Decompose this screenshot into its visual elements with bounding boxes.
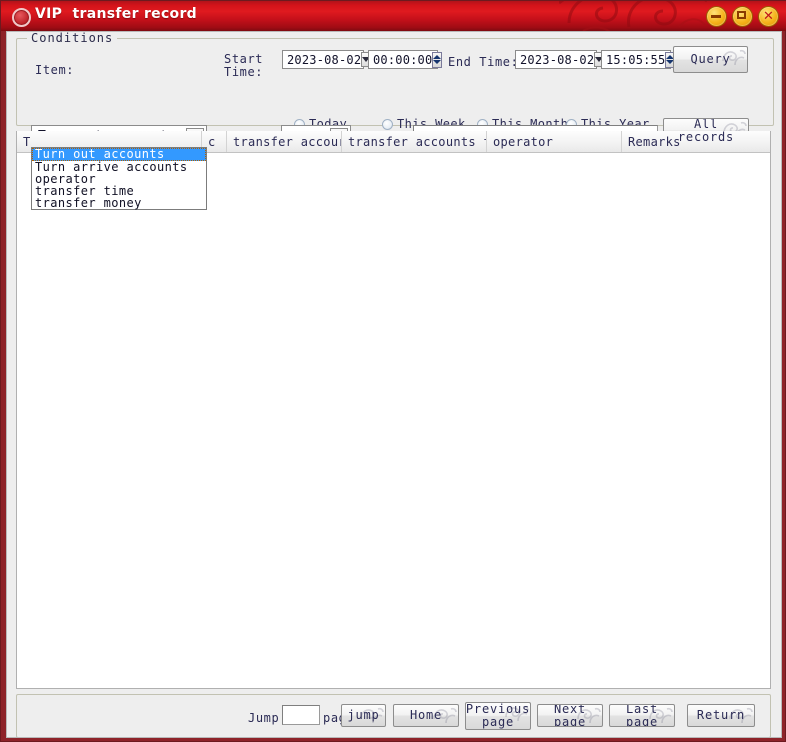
close-icon: ✕ bbox=[763, 9, 774, 24]
last-page-button-label: Last page bbox=[625, 704, 659, 727]
start-time-spinner[interactable] bbox=[432, 51, 443, 68]
spinner-up-icon bbox=[433, 55, 442, 59]
jump-page-input[interactable] bbox=[282, 705, 320, 725]
all-records-button[interactable]: All records bbox=[663, 118, 749, 143]
next-page-button[interactable]: Next page bbox=[537, 704, 603, 727]
item-label: Item: bbox=[35, 63, 75, 77]
end-date-field[interactable]: 2023-08-02 bbox=[515, 50, 605, 69]
spinner-down-icon bbox=[433, 60, 442, 64]
radio-this-week-icon bbox=[382, 118, 393, 130]
close-button[interactable]: ✕ bbox=[758, 6, 779, 27]
pagination-panel: Jump page jump Home Previous page Next p… bbox=[16, 694, 771, 737]
jump-button-label: jump bbox=[347, 708, 380, 722]
title-decorative-swirl bbox=[559, 1, 707, 31]
end-time-label: End Time: bbox=[448, 55, 519, 69]
minimize-icon bbox=[711, 15, 721, 18]
start-time-value: 00:00:00 bbox=[373, 52, 433, 67]
home-button-label: Home bbox=[409, 708, 443, 722]
table-header-cell[interactable]: transfer accour bbox=[227, 131, 342, 152]
jump-label: Jump bbox=[248, 711, 280, 725]
window-title: VIP transfer record bbox=[35, 6, 198, 22]
return-button-label: Return bbox=[696, 708, 746, 722]
minimize-button[interactable] bbox=[706, 6, 727, 27]
table-body bbox=[17, 153, 770, 688]
start-date-field[interactable]: 2023-08-02 bbox=[282, 50, 372, 69]
conditions-groupbox-label: Conditions bbox=[27, 32, 118, 45]
previous-page-button[interactable]: Previous page bbox=[465, 702, 531, 730]
maximize-button[interactable] bbox=[732, 6, 753, 27]
records-table: T c transfer accour transfer accounts ti… bbox=[16, 131, 771, 689]
end-time-value: 15:05:55 bbox=[606, 52, 666, 67]
item-dropdown-list[interactable]: Turn out accounts Turn arrive accounts o… bbox=[31, 147, 207, 210]
table-header-cell[interactable]: operator bbox=[487, 131, 622, 152]
last-page-button[interactable]: Last page bbox=[609, 704, 675, 727]
query-button-label: Query bbox=[690, 52, 731, 66]
return-button[interactable]: Return bbox=[687, 704, 755, 727]
conditions-groupbox: Conditions Item: Start Time: 2023-08-02 … bbox=[16, 32, 774, 131]
end-time-field[interactable]: 15:05:55 bbox=[601, 50, 676, 69]
dropdown-option-transfer-money[interactable]: transfer money bbox=[32, 197, 206, 209]
home-button[interactable]: Home bbox=[393, 704, 459, 727]
all-records-button-label: All records bbox=[677, 118, 735, 143]
end-date-value: 2023-08-02 bbox=[520, 52, 595, 67]
start-time-label-line1: Start bbox=[224, 52, 264, 66]
query-button[interactable]: Query bbox=[673, 46, 748, 73]
vip-ring-icon bbox=[12, 8, 31, 27]
start-date-value: 2023-08-02 bbox=[287, 52, 362, 67]
table-header-cell[interactable]: transfer accounts ti bbox=[342, 131, 487, 152]
window-controls: ✕ bbox=[706, 6, 779, 27]
maximize-icon bbox=[737, 11, 746, 19]
jump-button[interactable]: jump bbox=[341, 704, 386, 727]
next-page-button-label: Next page bbox=[553, 704, 587, 727]
previous-page-button-label: Previous page bbox=[465, 702, 531, 729]
application-window: VIP transfer record ✕ Conditions Item: S… bbox=[0, 0, 786, 742]
window-client-area: Conditions Item: Start Time: 2023-08-02 … bbox=[6, 31, 782, 738]
start-time-label-line2: Time: bbox=[224, 65, 264, 79]
title-bar: VIP transfer record ✕ bbox=[1, 1, 786, 31]
start-time-field[interactable]: 00:00:00 bbox=[368, 50, 443, 69]
